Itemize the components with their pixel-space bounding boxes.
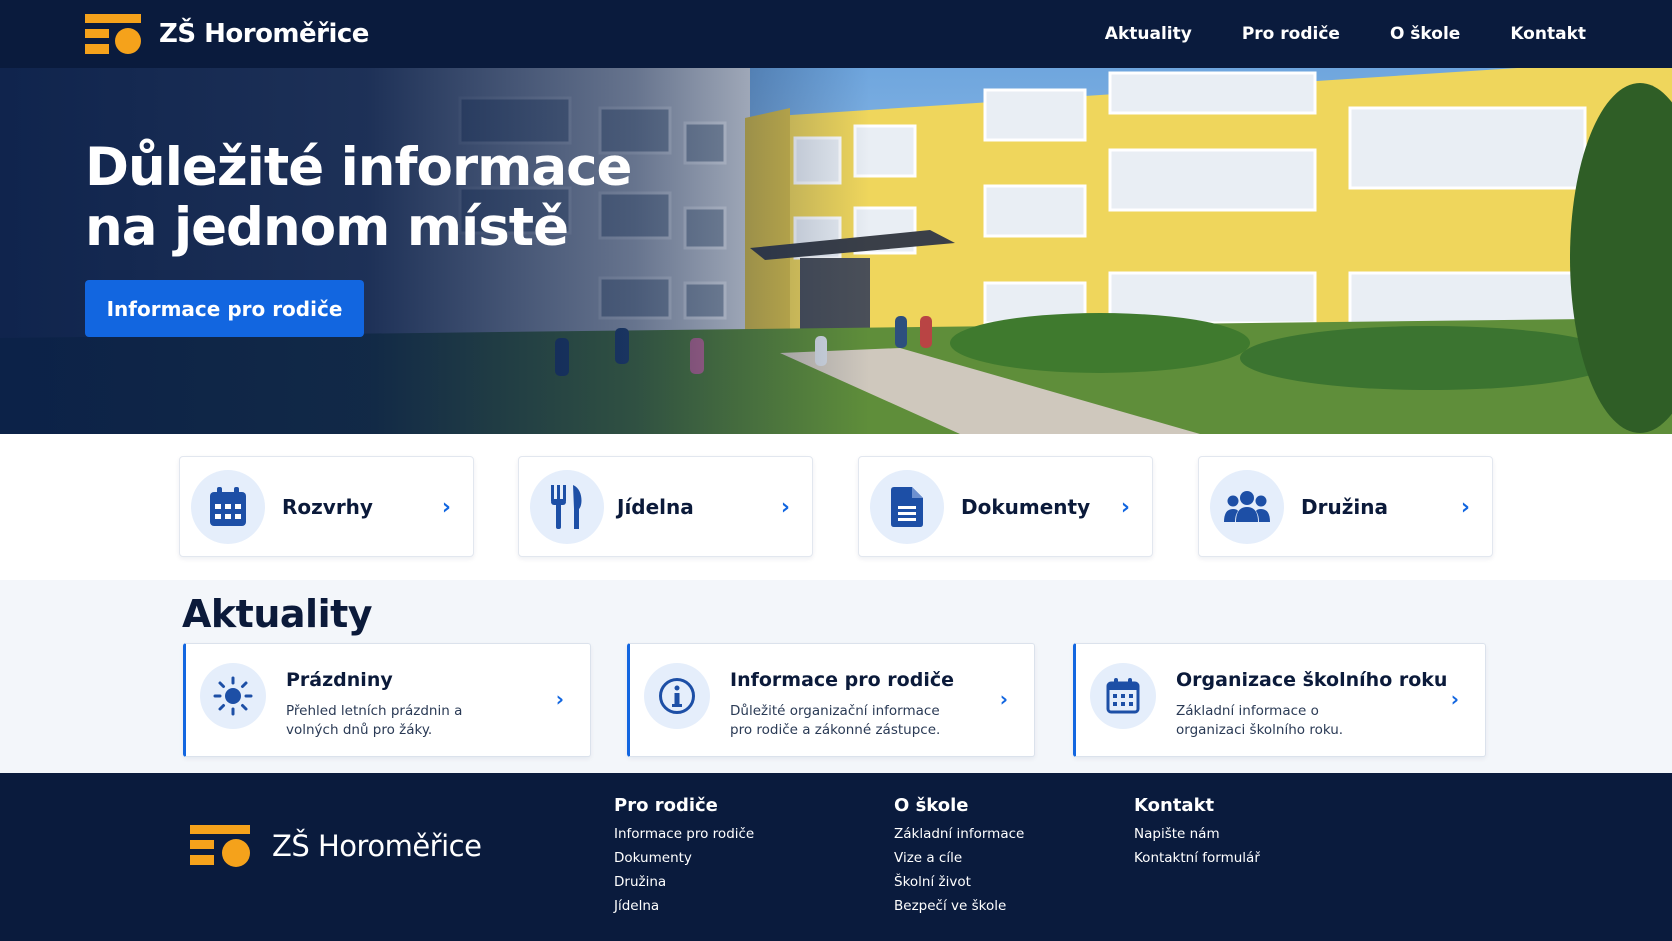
chevron-right-icon: › xyxy=(1120,495,1130,520)
site-logo[interactable]: ZŠ Horoměřice xyxy=(85,14,369,54)
quick-card-dokumenty[interactable]: Dokumenty › xyxy=(858,456,1153,557)
news-title: Aktuality xyxy=(182,592,373,636)
footer-logo[interactable]: ZŠ Horoměřice xyxy=(190,825,482,867)
footer-column-kontakt: Kontakt Napište nám Kontaktní formulář xyxy=(1134,795,1260,870)
news-card-organizace[interactable]: Organizace školního roku Základní inform… xyxy=(1073,643,1486,757)
footer-link[interactable]: Školní život xyxy=(894,870,1024,894)
nav-item-o-skole[interactable]: O škole xyxy=(1390,24,1460,44)
chevron-right-icon: › xyxy=(780,495,790,520)
footer-link[interactable]: Napište nám xyxy=(1134,822,1260,846)
parents-info-button[interactable]: Informace pro rodiče xyxy=(85,280,364,337)
quick-card-label: Dokumenty xyxy=(961,495,1091,519)
footer-link[interactable]: Jídelna xyxy=(614,894,754,918)
footer-heading: Pro rodiče xyxy=(614,795,718,816)
quick-card-label: Družina xyxy=(1301,495,1388,519)
news-card-title: Informace pro rodiče xyxy=(730,669,954,691)
quick-card-label: Jídelna xyxy=(617,495,694,519)
quick-card-label: Rozvrhy xyxy=(282,495,373,519)
quick-card-druzina[interactable]: Družina › xyxy=(1198,456,1493,557)
site-header: ZŠ Horoměřice Aktuality Pro rodiče O ško… xyxy=(0,0,1672,68)
footer-site-name: ZŠ Horoměřice xyxy=(272,829,482,863)
hero-title-line1: Důležité informace xyxy=(85,137,632,198)
footer-link[interactable]: Dokumenty xyxy=(614,846,754,870)
footer-link[interactable]: Informace pro rodiče xyxy=(614,822,754,846)
quick-card-jidelna[interactable]: Jídelna › xyxy=(518,456,813,557)
hero-title: Důležité informace na jednom místě xyxy=(85,138,705,258)
calendar-icon xyxy=(1090,663,1156,729)
site-name: ZŠ Horoměřice xyxy=(159,19,369,49)
group-icon xyxy=(1210,470,1284,544)
nav-item-kontakt[interactable]: Kontakt xyxy=(1510,24,1586,44)
news-card-desc: Důležité organizační informace pro rodič… xyxy=(730,703,941,738)
footer-link[interactable]: Bezpečí ve škole xyxy=(894,894,1024,918)
quick-card-rozvrhy[interactable]: Rozvrhy › xyxy=(179,456,474,557)
news-card-title: Prázdniny xyxy=(286,669,393,691)
sun-icon xyxy=(200,663,266,729)
news-card-desc: Základní informace o organizaci školního… xyxy=(1176,703,1344,738)
footer-column-o-skole: O škole Základní informace Vize a cíle Š… xyxy=(894,795,1024,918)
footer-link[interactable]: Kontaktní formulář xyxy=(1134,846,1260,870)
nav-item-pro-rodice[interactable]: Pro rodiče xyxy=(1242,24,1340,44)
quick-links: Rozvrhy › Jídelna › Dokumenty › Družina … xyxy=(0,434,1672,580)
logo-icon xyxy=(85,14,141,54)
chevron-right-icon: › xyxy=(1460,495,1470,520)
chevron-right-icon: › xyxy=(555,687,564,711)
info-icon xyxy=(644,663,710,729)
news-section: Aktuality Prázdniny Přehled letních práz… xyxy=(0,580,1672,773)
logo-icon xyxy=(190,825,250,867)
footer-column-pro-rodice: Pro rodiče Informace pro rodiče Dokument… xyxy=(614,795,754,918)
news-card-desc: Přehled letních prázdnin a volných dnů p… xyxy=(286,703,463,738)
footer-heading: O škole xyxy=(894,795,969,816)
main-nav: Aktuality Pro rodiče O škole Kontakt xyxy=(1105,0,1586,68)
cutlery-icon xyxy=(530,470,604,544)
chevron-right-icon: › xyxy=(999,687,1008,711)
hero-title-line2: na jednom místě xyxy=(85,197,569,258)
calendar-icon xyxy=(191,470,265,544)
chevron-right-icon: › xyxy=(441,495,451,520)
footer-link[interactable]: Družina xyxy=(614,870,754,894)
news-card-informace[interactable]: Informace pro rodiče Důležité organizačn… xyxy=(627,643,1035,757)
footer-link[interactable]: Základní informace xyxy=(894,822,1024,846)
document-icon xyxy=(870,470,944,544)
chevron-right-icon: › xyxy=(1450,687,1459,711)
site-footer: ZŠ Horoměřice Pro rodiče Informace pro r… xyxy=(0,773,1672,941)
hero-banner: Důležité informace na jednom místě Infor… xyxy=(0,68,1672,434)
footer-heading: Kontakt xyxy=(1134,795,1215,816)
news-card-prazdniny[interactable]: Prázdniny Přehled letních prázdnin a vol… xyxy=(183,643,591,757)
nav-item-aktuality[interactable]: Aktuality xyxy=(1105,24,1192,44)
footer-link[interactable]: Vize a cíle xyxy=(894,846,1024,870)
news-card-title: Organizace školního roku xyxy=(1176,669,1448,691)
